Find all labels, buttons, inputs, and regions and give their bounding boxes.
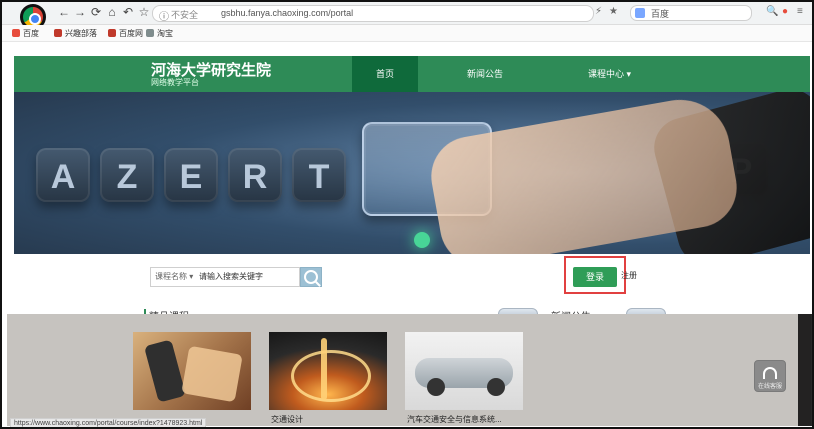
bookmark-label: 淘宝 xyxy=(157,28,173,38)
browser-toolbar: ← → ⟳ ⌂ ↶ ☆ ⓘ 不安全 gsbhu.fanya.chaoxing.c… xyxy=(2,2,812,30)
key-letter: Z xyxy=(116,158,138,196)
site-header: 河海大学研究生院 网络教学平台 首页 新闻公告 课程中心 ▾ xyxy=(14,56,810,92)
thumbnail-figure xyxy=(181,345,243,403)
not-secure-label: 不安全 xyxy=(171,10,199,20)
bookmark-icon xyxy=(54,29,62,37)
nav-courses[interactable]: 课程中心 ▾ xyxy=(588,67,631,80)
key-letter: A xyxy=(50,158,76,196)
course-thumbnail[interactable] xyxy=(133,332,251,410)
bookmark-item[interactable]: 百度网 xyxy=(108,27,143,39)
forward-icon[interactable]: → xyxy=(74,6,86,18)
search-engine-icon xyxy=(635,8,645,18)
bookmark-label: 百度网 xyxy=(119,28,143,38)
status-url: https://www.chaoxing.com/portal/course/i… xyxy=(10,418,207,427)
key-letter: E xyxy=(179,158,203,196)
favorite-icon[interactable]: ★ xyxy=(609,6,618,17)
bookmarks-bar: 百度 兴趣部落 百度网 淘宝 xyxy=(2,25,812,42)
nav-home[interactable]: 首页 xyxy=(352,56,419,92)
course-thumbnail[interactable] xyxy=(405,332,523,410)
bookmark-icon xyxy=(108,29,116,37)
bookmark-label: 百度 xyxy=(23,28,39,38)
search-icon xyxy=(304,270,318,284)
thumbnail-figure xyxy=(143,339,187,403)
reload-icon[interactable]: ⟳ xyxy=(90,6,102,18)
search-icon[interactable]: 🔍 xyxy=(766,6,778,17)
bookmark-item[interactable]: 兴趣部落 xyxy=(54,27,97,39)
bookmark-item[interactable]: 淘宝 xyxy=(146,27,173,39)
keyboard-key: Z xyxy=(100,148,154,202)
course-caption[interactable]: 交通设计 xyxy=(271,414,303,425)
chevron-down-icon: ▾ xyxy=(189,272,194,281)
course-thumbnail[interactable] xyxy=(269,332,387,410)
nav-news[interactable]: 新闻公告 xyxy=(467,67,503,80)
scrollbar[interactable] xyxy=(798,314,812,426)
site-subtitle: 网络教学平台 xyxy=(151,78,199,87)
green-light xyxy=(414,232,430,248)
key-letter: T xyxy=(308,158,330,196)
thumbnail-figure xyxy=(321,338,327,400)
key-letter: R xyxy=(242,158,268,196)
bookmark-item[interactable]: 百度 xyxy=(12,27,39,39)
thumbnail-figure xyxy=(427,378,445,396)
bookmark-label: 兴趣部落 xyxy=(65,28,97,38)
back-icon[interactable]: ← xyxy=(58,6,70,18)
login-button[interactable]: 登录 xyxy=(573,267,617,287)
url-text: gsbhu.fanya.chaoxing.com/portal xyxy=(221,8,354,18)
home-icon[interactable]: ⌂ xyxy=(106,6,118,18)
thumbnail-figure xyxy=(291,350,371,402)
chevron-down-icon: ▾ xyxy=(626,69,632,79)
bookmark-icon xyxy=(12,29,20,37)
browser-window: ← → ⟳ ⌂ ↶ ☆ ⓘ 不安全 gsbhu.fanya.chaoxing.c… xyxy=(0,0,814,429)
keyboard-key: R xyxy=(228,148,282,202)
search-type-value: 课程名称 xyxy=(155,272,187,281)
register-link[interactable]: 注册 xyxy=(621,270,637,281)
search-button[interactable] xyxy=(300,267,322,287)
thumbnail-figure xyxy=(487,378,505,396)
menu-icon[interactable]: ≡ xyxy=(797,6,803,17)
extension-icon[interactable]: ● xyxy=(782,6,788,17)
browser-search-box[interactable]: 百度 xyxy=(630,5,752,21)
online-support-button[interactable]: 在线客服 xyxy=(754,360,786,392)
keyboard-key: A xyxy=(36,148,90,202)
hero-banner: A Z E R T P xyxy=(14,92,810,254)
headset-icon xyxy=(763,367,777,379)
nav-courses-label: 课程中心 xyxy=(588,69,625,79)
address-bar[interactable]: ⓘ 不安全 gsbhu.fanya.chaoxing.com/portal xyxy=(152,5,594,23)
info-icon: ⓘ xyxy=(159,12,169,23)
browser-search-placeholder: 百度 xyxy=(651,9,670,19)
search-input[interactable]: 请输入搜索关键字 xyxy=(195,267,300,287)
course-search: 课程名称 ▾ 请输入搜索关键字 xyxy=(150,267,322,287)
lightning-icon[interactable]: ⚡ xyxy=(595,6,602,17)
course-caption[interactable]: 汽车交通安全与信息系统... xyxy=(407,414,502,425)
keyboard-key: E xyxy=(164,148,218,202)
search-type-select[interactable]: 课程名称 ▾ xyxy=(150,267,195,287)
star-icon[interactable]: ☆ xyxy=(138,6,150,18)
course-gallery: 交通设计 汽车交通安全与信息系统... xyxy=(7,314,811,426)
support-label: 在线客服 xyxy=(757,384,782,390)
keyboard-key: T xyxy=(292,148,346,202)
undo-icon[interactable]: ↶ xyxy=(122,6,134,18)
bookmark-icon xyxy=(146,29,154,37)
